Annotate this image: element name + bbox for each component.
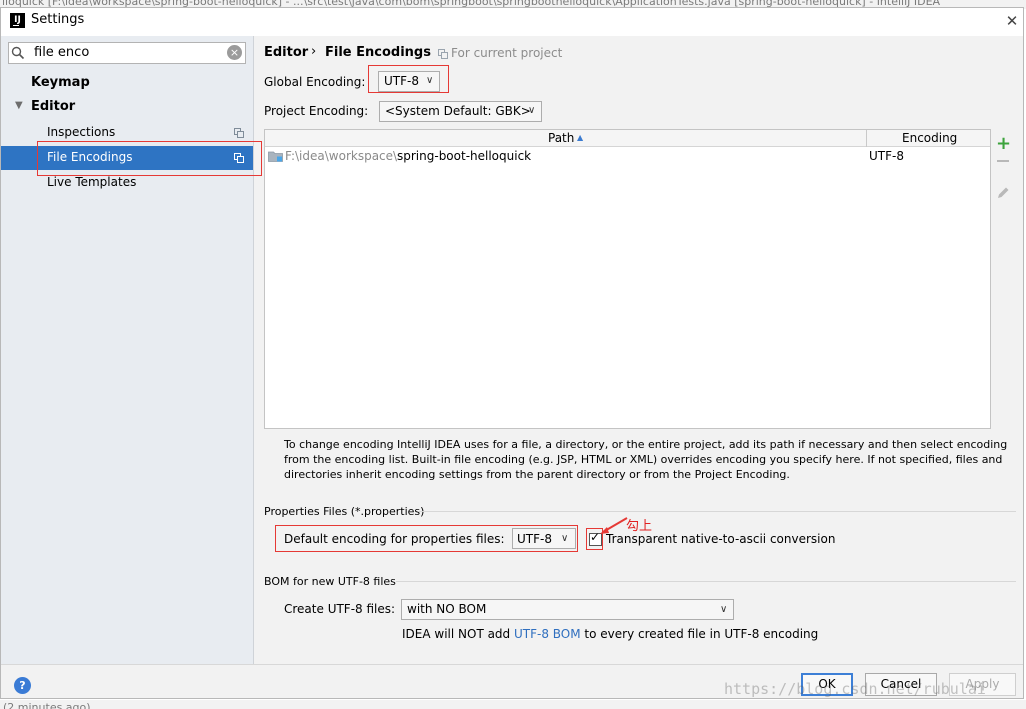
column-header-path[interactable]: Path	[548, 131, 574, 145]
breadcrumb-separator: ›	[311, 44, 317, 59]
project-encoding-label: Project Encoding:	[264, 104, 369, 118]
sort-ascending-icon: ▲	[577, 133, 584, 142]
search-query-text[interactable]: file enco	[34, 45, 89, 60]
table-row-path-prefix[interactable]: F:\idea\workspace\	[285, 149, 397, 163]
table-row-encoding[interactable]: UTF-8	[869, 149, 904, 163]
search-icon	[11, 46, 25, 60]
project-scope-icon	[234, 128, 244, 138]
tree-item-editor[interactable]: Editor	[31, 99, 75, 114]
background-ide-status-strip: (2 minutes ago)	[0, 700, 1026, 709]
remove-path-button[interactable]	[997, 160, 1009, 162]
expand-arrow-icon[interactable]: ▼	[15, 100, 23, 111]
window-title: Settings	[31, 12, 85, 27]
bom-note-prefix: IDEA will NOT add	[402, 627, 514, 641]
bom-note: IDEA will NOT add UTF-8 BOM to every cre…	[402, 627, 818, 641]
column-divider[interactable]	[866, 130, 867, 147]
breadcrumb-file-encodings: File Encodings	[325, 45, 431, 60]
native-to-ascii-label[interactable]: Transparent native-to-ascii conversion	[606, 532, 835, 546]
edit-pencil-icon[interactable]	[996, 186, 1010, 200]
settings-tree-pane	[1, 36, 254, 664]
table-row-path-name[interactable]: spring-boot-helloquick	[397, 149, 531, 163]
chevron-down-icon: ∨	[528, 105, 536, 116]
utf8-bom-link[interactable]: UTF-8 BOM	[514, 627, 581, 641]
intellij-app-icon: IJ	[10, 13, 25, 28]
project-scope-icon	[438, 49, 448, 59]
create-utf8-value[interactable]: with NO BOM	[407, 602, 486, 616]
highlight-box	[37, 141, 262, 176]
add-path-button[interactable]: +	[996, 133, 1011, 154]
section-divider	[396, 581, 1016, 582]
highlight-box	[368, 65, 449, 93]
project-encoding-value[interactable]: <System Default: GBK>	[385, 104, 531, 118]
encoding-help-text: To change encoding IntelliJ IDEA uses fo…	[284, 438, 1008, 481]
encodings-table[interactable]	[264, 129, 991, 429]
clear-search-icon[interactable]: ×	[227, 45, 242, 60]
highlight-box	[586, 528, 603, 550]
module-folder-icon	[268, 151, 283, 162]
bom-note-suffix: to every created file in UTF-8 encoding	[580, 627, 819, 641]
column-header-encoding[interactable]: Encoding	[902, 131, 957, 145]
highlight-box	[275, 525, 578, 552]
create-utf8-label: Create UTF-8 files:	[284, 602, 396, 616]
section-divider	[418, 511, 1016, 512]
bom-section-header: BOM for new UTF-8 files	[264, 575, 396, 588]
help-button[interactable]: ?	[14, 677, 31, 694]
properties-section-header: Properties Files (*.properties)	[264, 505, 425, 518]
tree-item-live-templates[interactable]: Live Templates	[47, 175, 136, 189]
tree-item-inspections[interactable]: Inspections	[47, 125, 115, 139]
title-bar	[1, 8, 1023, 36]
breadcrumb-editor: Editor	[264, 45, 309, 60]
tree-item-keymap[interactable]: Keymap	[31, 75, 90, 90]
for-current-project-label: For current project	[451, 46, 563, 60]
annotation-note: 勾上	[626, 519, 653, 534]
watermark: https://blog.csdn.net/rubulai	[724, 680, 986, 698]
global-encoding-label: Global Encoding:	[264, 75, 366, 89]
close-button[interactable]: ✕	[999, 9, 1025, 33]
table-header	[265, 130, 990, 147]
chevron-down-icon: ∨	[720, 604, 728, 615]
background-status-text: (2 minutes ago)	[3, 701, 91, 709]
